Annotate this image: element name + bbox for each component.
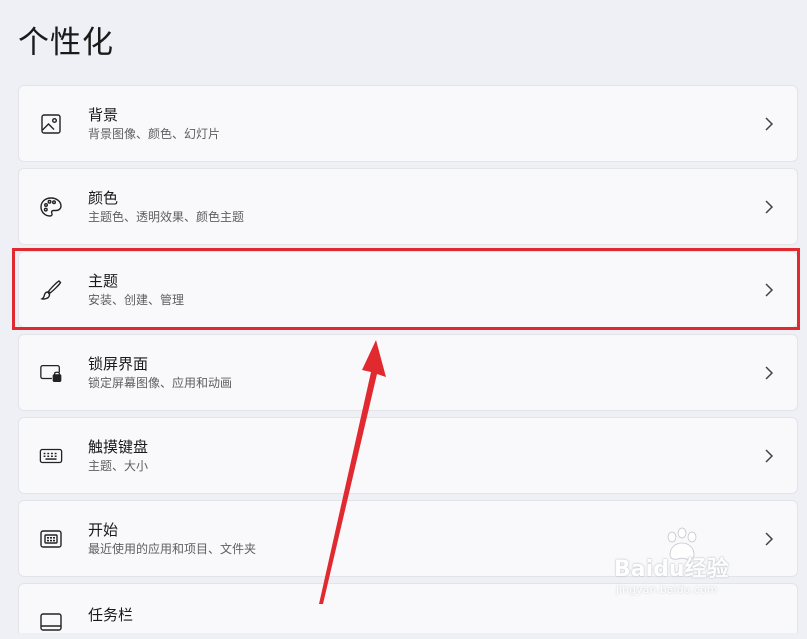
taskbar-icon	[39, 610, 63, 634]
settings-item-subtitle: 主题色、透明效果、颜色主题	[88, 209, 245, 224]
settings-item-title: 主题	[88, 271, 119, 290]
keyboard-icon	[39, 444, 63, 468]
settings-item-title: 触摸键盘	[88, 437, 149, 456]
settings-item-title: 背景	[88, 105, 119, 124]
settings-item-subtitle: 安装、创建、管理	[88, 292, 185, 307]
settings-item-title: 任务栏	[88, 606, 134, 624]
settings-list: 背景 背景图像、颜色、幻灯片 颜色 主题色、透明效果、颜色主题 主题 安装、创建…	[18, 85, 798, 639]
settings-item-subtitle: 背景图像、颜色、幻灯片	[88, 126, 221, 141]
settings-item-touch-keyboard[interactable]: 触摸键盘 主题、大小	[18, 417, 798, 494]
chevron-right-icon	[761, 282, 777, 298]
chevron-right-icon	[761, 365, 777, 381]
settings-item-taskbar[interactable]: 任务栏	[18, 583, 798, 633]
page-title: 个性化	[18, 25, 114, 61]
palette-icon	[39, 195, 63, 219]
settings-item-title: 颜色	[88, 188, 119, 207]
chevron-right-icon	[761, 448, 777, 464]
settings-item-subtitle: 最近使用的应用和项目、文件夹	[88, 541, 257, 556]
settings-item-start[interactable]: 开始 最近使用的应用和项目、文件夹	[18, 500, 798, 577]
brush-icon	[39, 278, 63, 302]
image-icon	[39, 112, 63, 136]
settings-item-title: 锁屏界面	[88, 354, 149, 373]
settings-item-lock-screen[interactable]: 锁屏界面 锁定屏幕图像、应用和动画	[18, 334, 798, 411]
settings-item-title: 开始	[88, 520, 119, 539]
lock-screen-icon	[39, 361, 63, 385]
settings-item-colors[interactable]: 颜色 主题色、透明效果、颜色主题	[18, 168, 798, 245]
settings-item-subtitle: 主题、大小	[88, 458, 149, 473]
chevron-right-icon	[761, 116, 777, 132]
settings-item-themes[interactable]: 主题 安装、创建、管理	[18, 251, 798, 328]
start-menu-icon	[39, 527, 63, 551]
settings-item-background[interactable]: 背景 背景图像、颜色、幻灯片	[18, 85, 798, 162]
chevron-right-icon	[761, 199, 777, 215]
settings-item-subtitle: 锁定屏幕图像、应用和动画	[88, 375, 233, 390]
chevron-right-icon	[761, 531, 777, 547]
